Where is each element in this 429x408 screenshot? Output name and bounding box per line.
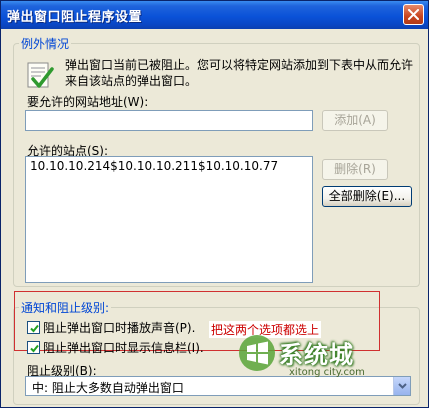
address-label: 要允许的网站地址(W): — [27, 95, 149, 109]
watermark-url: xitong city.com — [289, 367, 365, 378]
show-bar-option[interactable]: 阻止弹出窗口时显示信息栏(I). — [27, 339, 204, 355]
play-sound-checkbox[interactable] — [27, 320, 40, 334]
show-bar-label: 阻止弹出窗口时显示信息栏(I). — [43, 340, 204, 355]
exceptions-legend: 例外情况 — [21, 37, 70, 51]
intro-text: 弹出窗口当前已被阻止。您可以将特定网站添加到下表中从而允许来自该站点的弹出窗口。 — [65, 58, 414, 88]
chevron-down-icon — [398, 383, 407, 389]
remove-all-button[interactable]: 全部删除(E)... — [322, 186, 412, 207]
play-sound-label: 阻止弹出窗口时播放声音(P). — [43, 320, 196, 335]
list-item[interactable]: 10.10.10.214$10.10.10.211$10.10.10.77 — [26, 157, 312, 175]
checkmark-icon — [30, 344, 39, 352]
add-button[interactable]: 添加(A) — [322, 110, 388, 131]
title-bar[interactable]: 弹出窗口阻止程序设置 — [1, 1, 428, 29]
show-bar-checkbox[interactable] — [27, 340, 40, 354]
window-title: 弹出窗口阻止程序设置 — [7, 10, 143, 25]
allowed-sites-list[interactable]: 10.10.10.214$10.10.10.211$10.10.10.77 — [25, 156, 313, 283]
windows-flag-icon — [239, 335, 275, 371]
block-level-value: 中: 阻止大多数自动弹出窗口 — [32, 381, 184, 395]
watermark-name: 系统城 — [279, 341, 354, 369]
watermark: 系统城 xitong city.com — [237, 333, 387, 383]
website-address-input[interactable] — [25, 110, 313, 131]
dropdown-button[interactable] — [393, 377, 410, 395]
remove-button[interactable]: 删除(R) — [322, 159, 388, 180]
close-button[interactable] — [403, 4, 424, 25]
info-check-icon — [27, 62, 54, 88]
close-icon — [408, 9, 419, 20]
popup-blocker-settings-window: 弹出窗口阻止程序设置 例外情况 弹出窗口当前已被阻止。您可以将特定网站添加到下表… — [0, 0, 429, 408]
play-sound-option[interactable]: 阻止弹出窗口时播放声音(P). — [27, 319, 195, 335]
checkmark-icon — [30, 324, 39, 332]
